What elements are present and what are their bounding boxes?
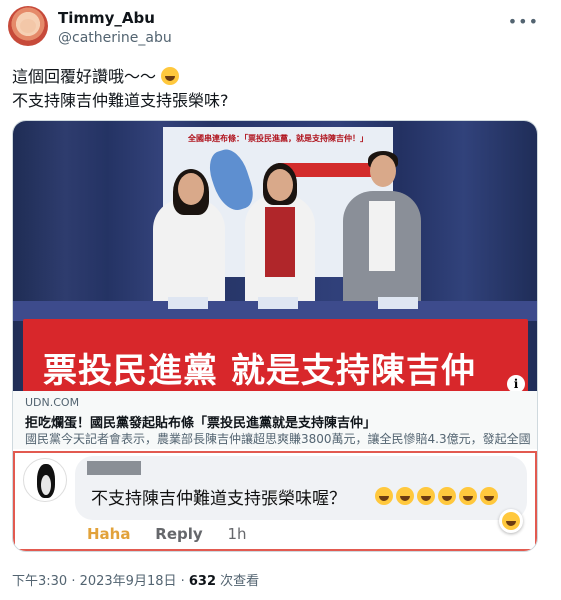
banner-text: 票投民進黨 就是支持陳吉仲 [43,351,476,391]
comment-text: 不支持陳吉仲難道支持張榮味喔？ [91,489,346,509]
nameplate [258,297,298,309]
more-options-icon[interactable]: ••• [508,12,539,31]
author-display-name[interactable]: Timmy_Abu [58,9,155,27]
views-count: 632 [188,574,217,589]
comment-actions: Haha Reply 1h [87,525,247,543]
haha-reaction-badge[interactable] [499,509,523,533]
author-handle[interactable]: @catherine_abu [58,30,172,46]
nameplate [168,297,208,309]
person-center-top [265,207,295,277]
card-title[interactable]: 拒吃爛蛋！國民黨發起貼布條「票投民進黨就是支持陳吉仲」 [25,412,376,431]
tweet-timestamp[interactable]: 下午3:30 · 2023年9月18日 · [12,574,189,589]
person-right-head [370,155,396,187]
nameplate [378,297,418,309]
commenter-avatar[interactable] [23,458,67,502]
reply-button[interactable]: Reply [155,525,202,543]
person-left [153,199,225,309]
views-label: 次查看 [216,574,260,589]
card-domain: UDN.COM [25,396,80,409]
tweet-footer: 下午3:30 · 2023年9月18日 · 632 次查看 [12,570,259,589]
backdrop-text: 全國串連布條：「票投民進黨，就是支持陳吉仲！」 [188,134,368,143]
laughing-emoji-icon [396,487,414,505]
haha-reaction-icon [502,512,520,530]
link-card[interactable]: 全國串連布條：「票投民進黨，就是支持陳吉仲！」 票投民進黨 就是支持陳吉仲 i … [12,120,538,552]
laughing-emoji-icon [417,487,435,505]
laughing-emoji-icon [375,487,393,505]
laughing-emoji-icon [438,487,456,505]
author-avatar[interactable] [8,6,48,46]
news-photo: 全國串連布條：「票投民進黨，就是支持陳吉仲！」 票投民進黨 就是支持陳吉仲 i [13,121,537,394]
rofl-emoji-icon [161,67,180,85]
highlighted-comment: 不支持陳吉仲難道支持張榮味喔？ Haha Reply 1h [13,451,537,551]
comment-time: 1h [227,525,247,543]
comment-emoji-row [375,487,501,506]
redacted-commenter-name [87,461,141,475]
tweet-line-2: 不支持陳吉仲難道支持張榮味? [12,91,229,110]
laughing-emoji-icon [480,487,498,505]
laughing-emoji-icon [459,487,477,505]
tweet-text: 這個回覆好讚哦～～ 不支持陳吉仲難道支持張榮味? [12,65,229,113]
haha-button[interactable]: Haha [87,525,130,543]
card-description: 國民黨今天記者會表示，農業部長陳吉仲讓超思爽賺3800萬元，讓全民慘賠4.3億元… [25,432,530,446]
person-left-head [178,173,204,205]
person-right-shirt [369,201,395,271]
penguin-belly [41,475,51,495]
person-center-head [267,169,293,201]
tweet-line-1: 這個回覆好讚哦～～ [12,67,157,86]
